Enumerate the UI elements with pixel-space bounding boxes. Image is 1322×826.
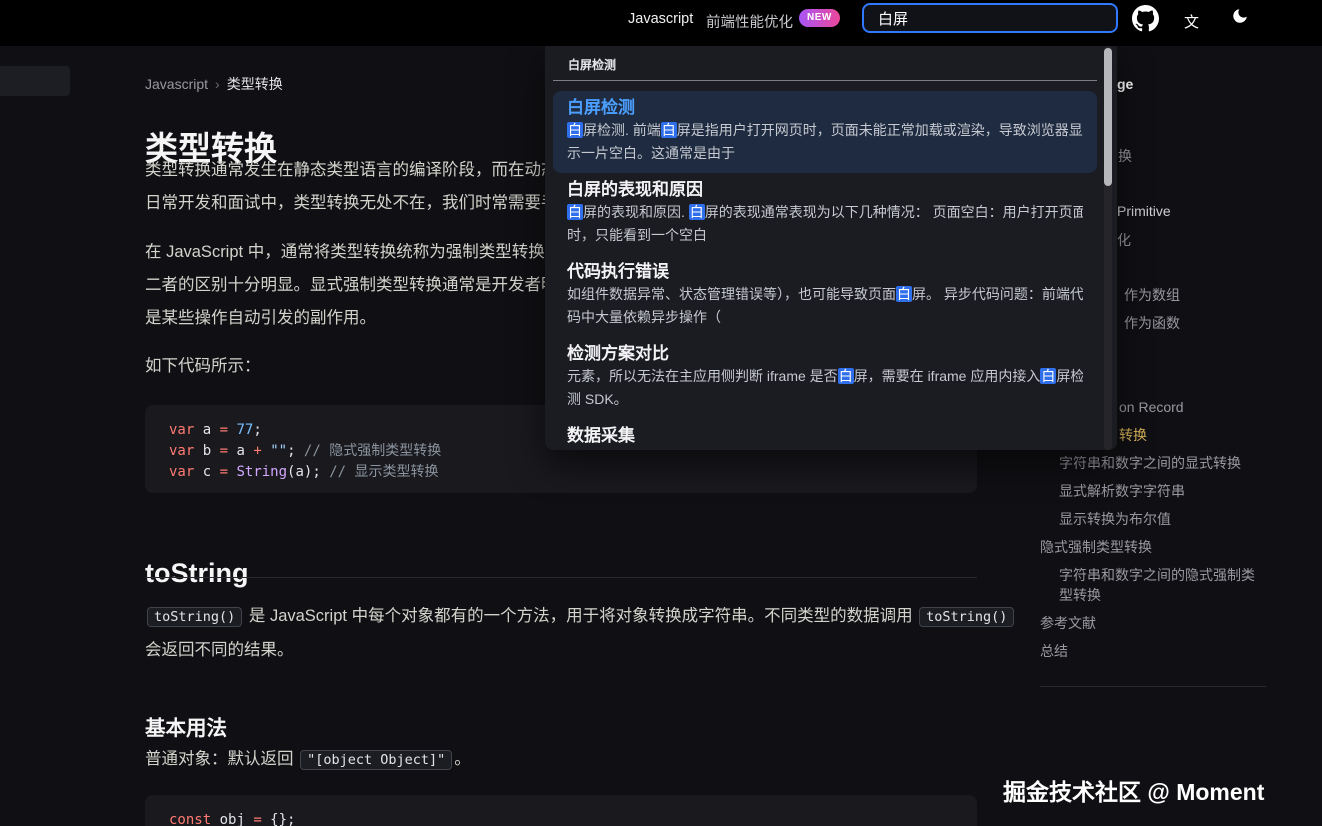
search-term-highlight: 白: [838, 368, 854, 384]
search-dropdown: 白屏检测 白屏检测白屏检测. 前端白屏是指用户打开网页时，页面未能正常加载或渲染…: [545, 46, 1117, 450]
search-result-excerpt: 示一片空白。这通常是由于: [567, 142, 1083, 165]
search-result-title: 数据采集: [567, 425, 1083, 447]
search-term-highlight: 白: [567, 204, 583, 220]
toc-item[interactable]: 换: [1118, 148, 1132, 164]
paragraph-3: 如下代码所示：: [145, 350, 261, 383]
toc-item[interactable]: 字符串和数字之间的隐式强制类: [1059, 567, 1255, 583]
toc-item[interactable]: 显式解析数字字符串: [1059, 483, 1185, 499]
toc-item[interactable]: 作为数组: [1124, 287, 1180, 303]
code-block-2[interactable]: const obj = {};: [145, 795, 977, 826]
search-result-item[interactable]: 数据采集: [553, 419, 1097, 450]
paragraph-line: 是某些操作自动引发的副作用。: [145, 302, 561, 335]
search-group-divider: [553, 80, 1097, 81]
toc-item[interactable]: 作为函数: [1124, 315, 1180, 331]
search-term-highlight: 白: [661, 122, 677, 138]
search-input[interactable]: [862, 3, 1118, 33]
toc-item[interactable]: ge: [1117, 76, 1133, 92]
paragraph-line: 类型转换通常发生在静态类型语言的编译阶段，而在动态: [145, 154, 558, 187]
search-result-title: 白屏的表现和原因: [567, 179, 1083, 201]
search-result-excerpt: 元素，所以无法在主应用侧判断 iframe 是否白屏，需要在 iframe 应用…: [567, 365, 1083, 388]
inline-code: toString(): [147, 607, 242, 627]
toc-item[interactable]: 隐式强制类型转换: [1040, 539, 1152, 555]
paragraph-line: toString() 是 JavaScript 中每个对象都有的一个方法，用于将…: [145, 600, 1016, 634]
page: Javascript 前端性能优化 NEW 文 Javascript›类型转换 …: [0, 0, 1322, 826]
toc-item[interactable]: Primitive: [1117, 203, 1171, 219]
github-icon[interactable]: [1132, 5, 1159, 37]
paragraph-5: 普通对象：默认返回 "[object Object]"。: [145, 743, 471, 777]
inline-code: toString(): [919, 607, 1014, 627]
nav-item-performance[interactable]: 前端性能优化: [706, 11, 793, 32]
search-term-highlight: 白: [567, 122, 583, 138]
code-line: var c = String(a); // 显示类型转换: [169, 462, 953, 483]
toc-item[interactable]: 字符串和数字之间的显式转换: [1059, 455, 1241, 471]
inline-code: "[object Object]": [300, 750, 452, 770]
section-divider: [145, 577, 977, 578]
paragraph-line: 在 JavaScript 中，通常将类型转换统称为强制类型转换。: [145, 236, 561, 269]
nav-item-javascript[interactable]: Javascript: [628, 11, 693, 27]
section-heading-tostring: toString: [145, 558, 248, 589]
search-term-highlight: 白: [896, 286, 912, 302]
search-result-excerpt: 时，只能看到一个空白: [567, 224, 1083, 247]
breadcrumb-separator: ›: [215, 76, 220, 92]
toc-item[interactable]: 型转换: [1059, 587, 1101, 603]
search-result-excerpt: 码中大量依赖异步操作（: [567, 306, 1083, 329]
search-results: 白屏检测白屏检测. 前端白屏是指用户打开网页时，页面未能正常加载或渲染，导致浏览…: [553, 91, 1097, 450]
breadcrumb: Javascript › 类型转换: [145, 74, 283, 94]
paragraph-line: 日常开发和面试中，类型转换无处不在，我们时常需要手: [145, 187, 558, 220]
toc-item[interactable]: on Record: [1119, 399, 1184, 415]
watermark: 掘金技术社区 @ Moment: [1003, 773, 1264, 807]
new-badge: NEW: [799, 9, 840, 27]
toc-divider: [1040, 686, 1266, 687]
toc-item[interactable]: 转换: [1119, 427, 1147, 443]
sidebar-stub: [0, 66, 70, 96]
breadcrumb-parent[interactable]: Javascript: [145, 76, 208, 92]
search-result-item[interactable]: 白屏检测白屏检测. 前端白屏是指用户打开网页时，页面未能正常加载或渲染，导致浏览…: [553, 91, 1097, 173]
search-result-title: 代码执行错误: [567, 261, 1083, 283]
search-group-label: 白屏检测: [568, 56, 1097, 73]
toc-item[interactable]: 总结: [1040, 643, 1068, 659]
paragraph-4: toString() 是 JavaScript 中每个对象都有的一个方法，用于将…: [145, 600, 1016, 667]
code-line: const obj = {};: [169, 810, 953, 826]
navbar: Javascript 前端性能优化 NEW 文: [0, 0, 1322, 46]
search-result-excerpt: 测 SDK。: [567, 388, 1083, 411]
paragraph-line: 普通对象：默认返回 "[object Object]"。: [145, 743, 471, 777]
search-result-excerpt: 白屏检测. 前端白屏是指用户打开网页时，页面未能正常加载或渲染，导致浏览器显: [567, 119, 1083, 142]
search-result-title: 检测方案对比: [567, 343, 1083, 365]
paragraph-2: 在 JavaScript 中，通常将类型转换统称为强制类型转换。二者的区别十分明…: [145, 236, 561, 335]
search-result-item[interactable]: 检测方案对比元素，所以无法在主应用侧判断 iframe 是否白屏，需要在 ifr…: [553, 337, 1097, 419]
moon-icon[interactable]: [1231, 7, 1249, 30]
search-result-excerpt: 白屏的表现和原因. 白屏的表现通常表现为以下几种情况： 页面空白：用户打开页面: [567, 201, 1083, 224]
search-term-highlight: 白: [689, 204, 705, 220]
language-icon[interactable]: 文: [1184, 11, 1199, 32]
search-term-highlight: 白: [1040, 368, 1056, 384]
subsection-heading-basic-usage: 基本用法: [145, 711, 227, 741]
paragraph-line: 会返回不同的结果。: [145, 634, 1016, 667]
toc-item[interactable]: 参考文献: [1040, 615, 1096, 631]
search-result-excerpt: 如组件数据异常、状态管理错误等），也可能导致页面白屏。 异步代码问题：前端代: [567, 283, 1083, 306]
toc-item[interactable]: 化: [1117, 232, 1131, 248]
paragraph-line: 二者的区别十分明显。显式强制类型转换通常是开发者明: [145, 269, 561, 302]
dropdown-scrollbar-thumb[interactable]: [1104, 48, 1112, 186]
toc-item[interactable]: 显示转换为布尔值: [1059, 511, 1171, 527]
search-result-item[interactable]: 白屏的表现和原因白屏的表现和原因. 白屏的表现通常表现为以下几种情况： 页面空白…: [553, 173, 1097, 255]
search-result-item[interactable]: 代码执行错误如组件数据异常、状态管理错误等），也可能导致页面白屏。 异步代码问题…: [553, 255, 1097, 337]
paragraph-1: 类型转换通常发生在静态类型语言的编译阶段，而在动态日常开发和面试中，类型转换无处…: [145, 154, 558, 220]
search-result-title: 白屏检测: [567, 97, 1083, 119]
breadcrumb-current: 类型转换: [227, 76, 283, 92]
